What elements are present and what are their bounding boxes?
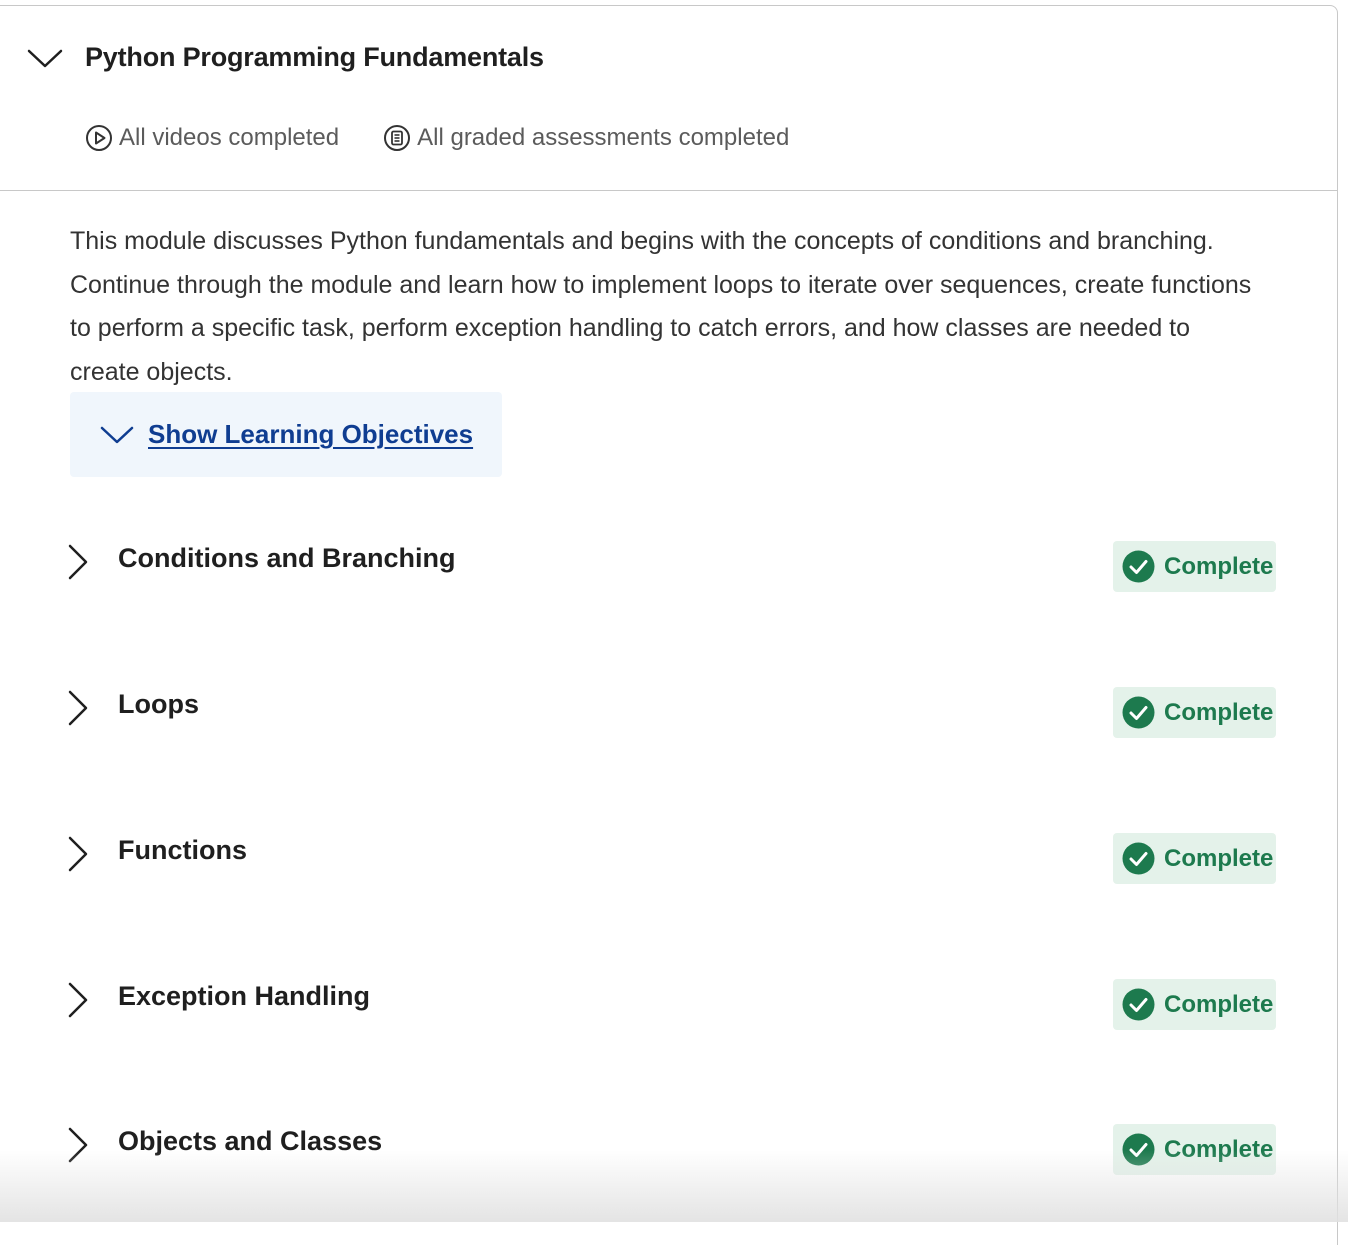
lesson-title[interactable]: Conditions and Branching <box>118 543 456 574</box>
status-badge-label: Complete <box>1164 990 1274 1018</box>
chevron-right-icon[interactable] <box>64 1126 92 1164</box>
status-badge: Complete <box>1113 541 1276 592</box>
module-title[interactable]: Python Programming Fundamentals <box>85 42 544 73</box>
assessments-status: All graded assessments completed <box>383 124 789 152</box>
chevron-right-icon[interactable] <box>64 981 92 1019</box>
status-badge-label: Complete <box>1164 844 1274 872</box>
lesson-item[interactable]: Loops Complete <box>0 687 1338 747</box>
status-badge: Complete <box>1113 833 1276 884</box>
lesson-item[interactable]: Objects and Classes Complete <box>0 1124 1338 1184</box>
lesson-title[interactable]: Functions <box>118 835 247 866</box>
check-circle-icon <box>1122 988 1155 1021</box>
play-circle-icon <box>86 125 112 151</box>
status-badge: Complete <box>1113 979 1276 1030</box>
status-badge: Complete <box>1113 1124 1276 1175</box>
chevron-right-icon[interactable] <box>64 835 92 873</box>
show-learning-objectives-link[interactable]: Show Learning Objectives <box>148 419 473 450</box>
lesson-item[interactable]: Exception Handling Complete <box>0 979 1338 1039</box>
module-description: This module discusses Python fundamental… <box>70 227 1252 386</box>
check-circle-icon <box>1122 696 1155 729</box>
lesson-title[interactable]: Objects and Classes <box>118 1126 382 1157</box>
status-badge-label: Complete <box>1164 698 1274 726</box>
chevron-right-icon[interactable] <box>64 543 92 581</box>
document-circle-icon <box>384 125 411 151</box>
lesson-title[interactable]: Loops <box>118 689 199 720</box>
status-badge-label: Complete <box>1164 552 1274 580</box>
status-badge: Complete <box>1113 687 1276 738</box>
check-circle-icon <box>1122 1133 1155 1166</box>
lesson-title[interactable]: Exception Handling <box>118 981 370 1012</box>
chevron-right-icon[interactable] <box>64 689 92 727</box>
chevron-down-icon[interactable] <box>26 46 64 70</box>
check-circle-icon <box>1122 842 1155 875</box>
check-circle-icon <box>1122 550 1155 583</box>
lesson-item[interactable]: Conditions and Branching Complete <box>0 541 1338 601</box>
module-header: Python Programming Fundamentals All vide… <box>0 6 1337 191</box>
videos-status: All videos completed <box>85 124 339 152</box>
chevron-down-icon <box>100 426 134 443</box>
lesson-item[interactable]: Functions Complete <box>0 833 1338 893</box>
module-panel: Python Programming Fundamentals All vide… <box>0 5 1338 1245</box>
videos-status-label: All videos completed <box>119 124 340 151</box>
status-badge-label: Complete <box>1164 1135 1274 1163</box>
show-learning-objectives-button[interactable]: Show Learning Objectives <box>70 392 502 477</box>
assessments-status-label: All graded assessments completed <box>417 124 790 151</box>
module-status-row: All videos completed All graded assessme… <box>85 124 833 152</box>
